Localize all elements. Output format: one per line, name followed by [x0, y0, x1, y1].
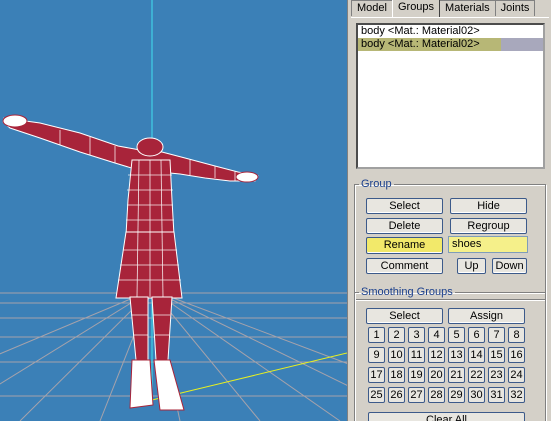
smoothing-group-6-button[interactable]: 6	[468, 327, 485, 343]
smoothing-group-23-button[interactable]: 23	[488, 367, 505, 383]
smoothing-group-13-button[interactable]: 13	[448, 347, 465, 363]
up-button[interactable]: Up	[457, 258, 486, 274]
group-list-item-label: body <Mat.: Material02>	[361, 38, 480, 50]
tab-joints[interactable]: Joints	[494, 0, 536, 16]
smoothing-group-9-button[interactable]: 9	[368, 347, 385, 363]
smoothing-group-24-button[interactable]: 24	[508, 367, 525, 383]
smoothing-group-5-button[interactable]: 5	[448, 327, 465, 343]
smoothing-group-22-button[interactable]: 22	[468, 367, 485, 383]
smoothing-group-7-button[interactable]: 7	[488, 327, 505, 343]
regroup-button[interactable]: Regroup	[450, 218, 527, 234]
group-list-item-selected[interactable]: body <Mat.: Material02>	[358, 38, 543, 51]
axis-x-line	[151, 352, 347, 401]
smoothing-group-16-button[interactable]: 16	[508, 347, 525, 363]
group-list-item-label: body <Mat.: Material02>	[361, 25, 480, 37]
smoothing-group-28-button[interactable]: 28	[428, 387, 445, 403]
smoothing-group-18-button[interactable]: 18	[388, 367, 405, 383]
smoothing-group-14-button[interactable]: 14	[468, 347, 485, 363]
smoothing-group-10-button[interactable]: 10	[388, 347, 405, 363]
3d-viewport[interactable]	[0, 0, 347, 421]
comment-button[interactable]: Comment	[366, 258, 443, 274]
smoothing-group-1-button[interactable]: 1	[368, 327, 385, 343]
smoothing-group-26-button[interactable]: 26	[388, 387, 405, 403]
assign-button[interactable]: Assign	[448, 308, 525, 324]
smoothing-group-29-button[interactable]: 29	[448, 387, 465, 403]
viewport-scene	[0, 0, 347, 421]
character-mesh	[2, 114, 259, 411]
rename-button[interactable]: Rename	[366, 237, 443, 254]
smoothing-group-32-button[interactable]: 32	[508, 387, 525, 403]
down-button[interactable]: Down	[492, 258, 527, 274]
smoothing-group-30-button[interactable]: 30	[468, 387, 485, 403]
smoothing-group-15-button[interactable]: 15	[488, 347, 505, 363]
group-select-button[interactable]: Select	[366, 198, 443, 214]
tab-bar: Model Groups Materials Joints	[351, 0, 536, 17]
smoothing-group-8-button[interactable]: 8	[508, 327, 525, 343]
smoothing-group-19-button[interactable]: 19	[408, 367, 425, 383]
smoothing-group-12-button[interactable]: 12	[428, 347, 445, 363]
smoothing-group-21-button[interactable]: 21	[448, 367, 465, 383]
smoothing-group-27-button[interactable]: 27	[408, 387, 425, 403]
tab-model[interactable]: Model	[351, 0, 393, 16]
smoothing-group-25-button[interactable]: 25	[368, 387, 385, 403]
smoothing-groups-title: Smoothing Groups	[361, 286, 453, 298]
smoothing-group-31-button[interactable]: 31	[488, 387, 505, 403]
delete-button[interactable]: Delete	[366, 218, 443, 234]
side-panel: Model Groups Materials Joints body <Mat.…	[347, 0, 551, 421]
tab-groups[interactable]: Groups	[391, 0, 441, 17]
groups-tab-content: body <Mat.: Material02> body <Mat.: Mate…	[351, 17, 549, 421]
smoothing-group-2-button[interactable]: 2	[388, 327, 405, 343]
smoothing-group-4-button[interactable]: 4	[428, 327, 445, 343]
smoothing-group-17-button[interactable]: 17	[368, 367, 385, 383]
hide-button[interactable]: Hide	[450, 198, 527, 214]
group-section-title: Group	[361, 178, 392, 190]
rename-input[interactable]: shoes	[448, 236, 528, 253]
smoothing-select-button[interactable]: Select	[366, 308, 443, 324]
group-list-item[interactable]: body <Mat.: Material02>	[358, 25, 543, 38]
smoothing-group-3-button[interactable]: 3	[408, 327, 425, 343]
clear-all-button[interactable]: Clear All	[368, 412, 525, 421]
group-list[interactable]: body <Mat.: Material02> body <Mat.: Mate…	[356, 23, 545, 169]
smoothing-group-20-button[interactable]: 20	[428, 367, 445, 383]
tab-materials[interactable]: Materials	[439, 0, 496, 16]
smoothing-group-11-button[interactable]: 11	[408, 347, 425, 363]
